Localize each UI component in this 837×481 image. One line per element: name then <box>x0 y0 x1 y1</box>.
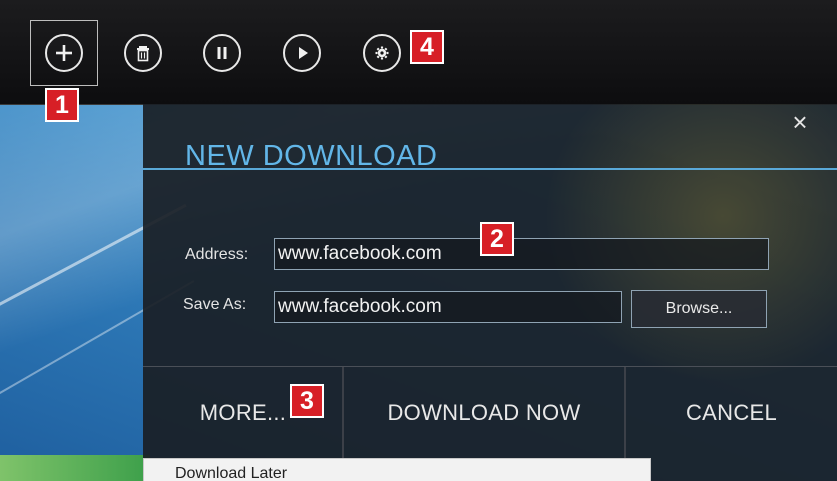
address-label: Address: <box>185 246 249 263</box>
add-download-button[interactable] <box>45 34 83 72</box>
resume-button[interactable] <box>283 34 321 72</box>
callout-2: 2 <box>480 222 514 256</box>
plus-icon <box>56 45 72 61</box>
dialog-action-bar: MORE... DOWNLOAD NOW CANCEL <box>143 366 837 459</box>
callout-4: 4 <box>410 30 444 64</box>
callout-1: 1 <box>45 88 79 122</box>
title-divider <box>143 168 837 170</box>
settings-button[interactable] <box>363 34 401 72</box>
toolbar: 1 4 <box>0 0 837 122</box>
more-dropdown-menu: Download Later <box>143 458 651 481</box>
cancel-button[interactable]: CANCEL <box>626 367 837 459</box>
close-icon[interactable]: × <box>788 109 812 135</box>
download-now-button[interactable]: DOWNLOAD NOW <box>344 367 624 459</box>
address-input[interactable] <box>274 238 769 270</box>
pause-icon <box>217 47 227 59</box>
delete-button[interactable] <box>124 34 162 72</box>
save-as-label: Save As: <box>183 296 247 313</box>
wallpaper-green-area <box>0 455 150 481</box>
play-icon <box>299 47 308 59</box>
pause-button[interactable] <box>203 34 241 72</box>
browse-button[interactable]: Browse... <box>631 290 767 328</box>
new-download-dialog: NEW DOWNLOAD × Address: Save As: Browse.… <box>143 104 837 481</box>
trash-icon <box>137 46 149 62</box>
save-as-input[interactable] <box>274 291 622 323</box>
callout-3: 3 <box>290 384 324 418</box>
menu-item-download-later[interactable]: Download Later <box>175 465 287 481</box>
gear-icon <box>375 46 389 60</box>
